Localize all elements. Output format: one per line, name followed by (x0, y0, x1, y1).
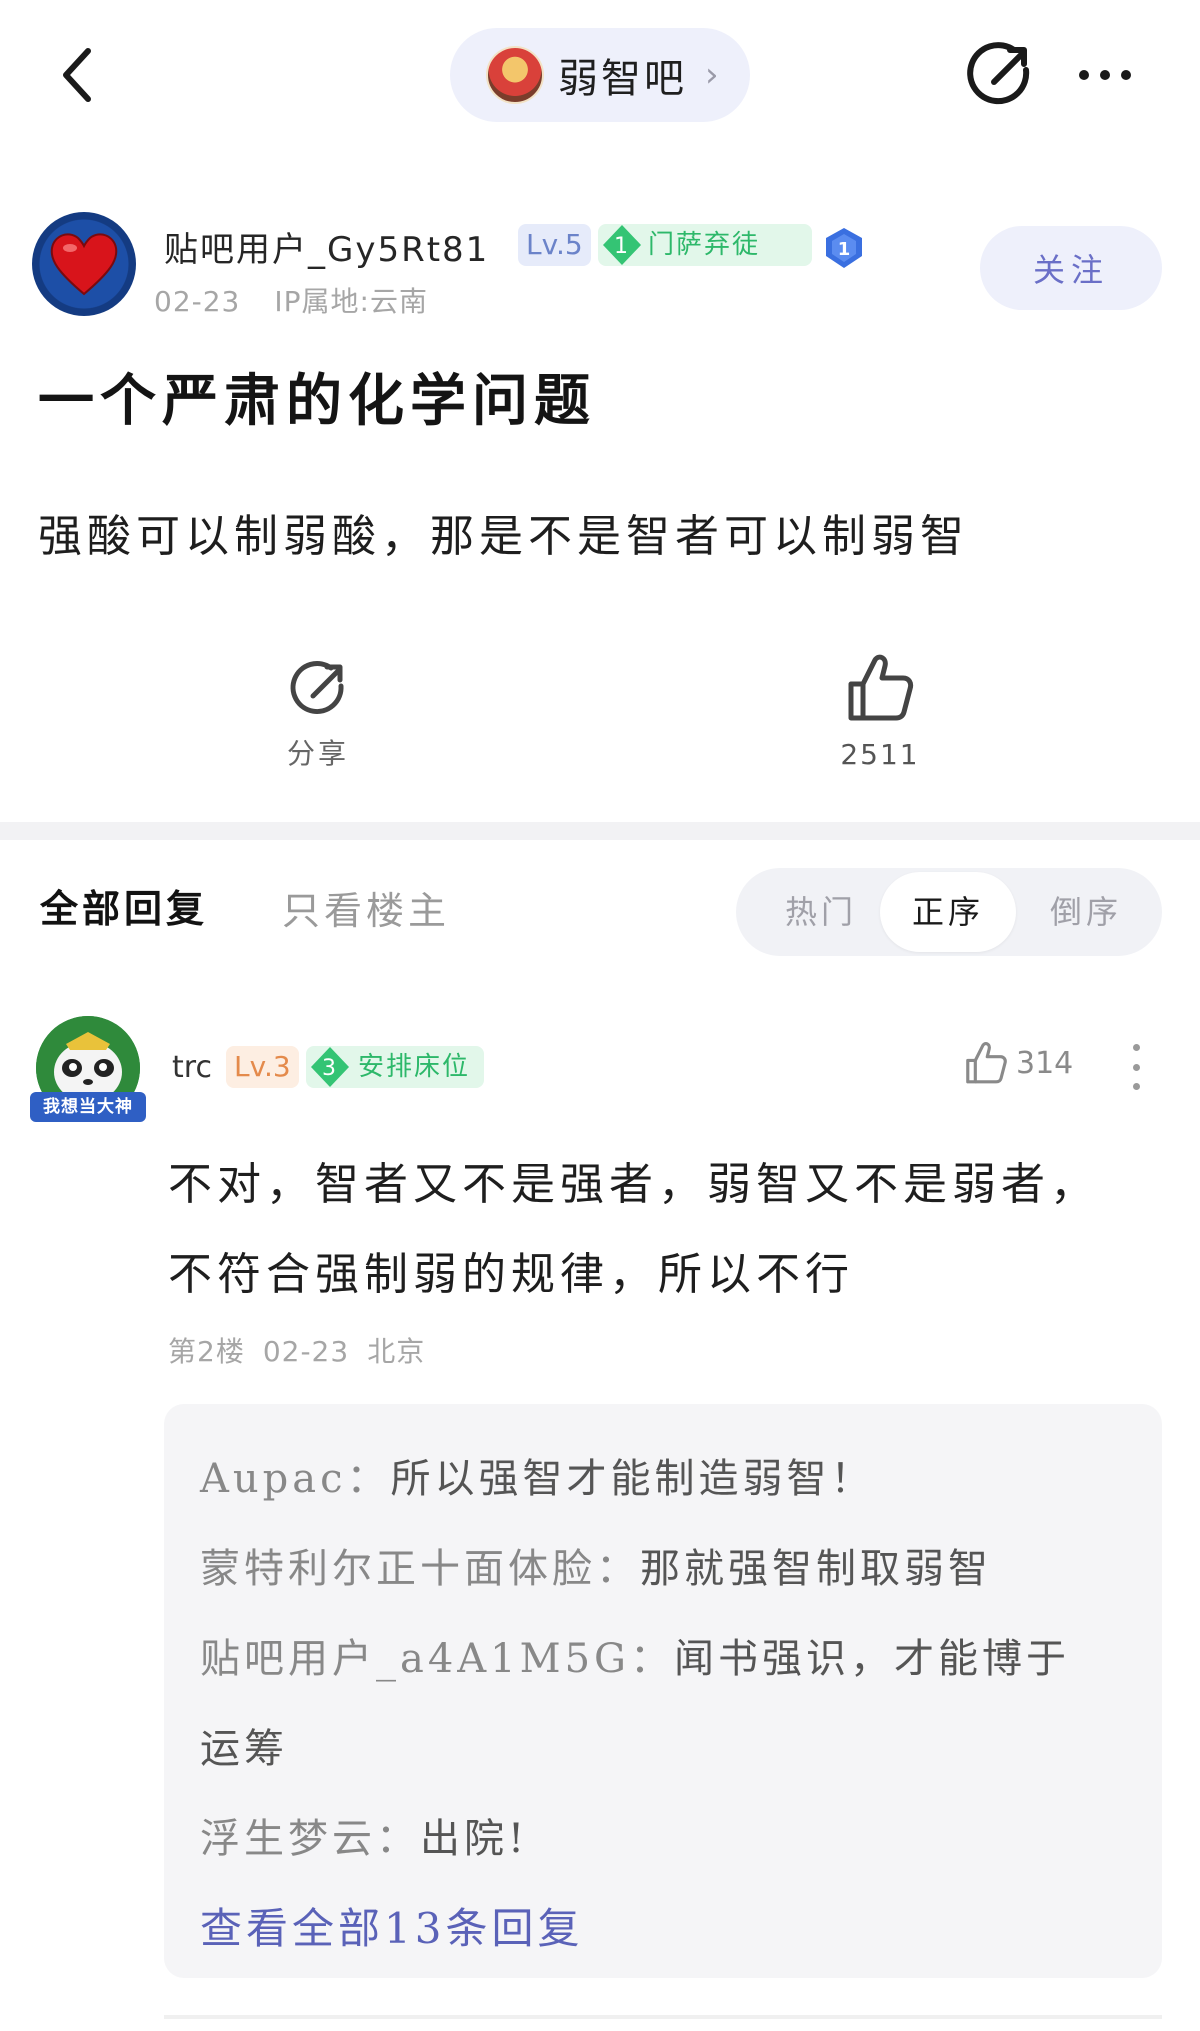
share-button[interactable] (966, 40, 1036, 110)
rank-medal-icon: 1 (822, 226, 866, 270)
post-share-button[interactable]: 分享 (270, 658, 366, 772)
share-icon (290, 661, 344, 714)
tab-all-replies[interactable]: 全部回复 (40, 878, 208, 933)
sub-reply-text: 那就强智制取弱智 (640, 1546, 992, 1592)
sub-reply-text: 闻书强识，才能博于 (674, 1636, 1070, 1682)
floor-number: 第2楼 (168, 1335, 245, 1368)
tab-owner-only[interactable]: 只看楼主 (282, 880, 450, 935)
thumbs-up-icon (966, 1042, 1007, 1084)
sub-reply-user[interactable]: 浮生梦云： (200, 1816, 420, 1862)
view-all-replies-link[interactable]: 查看全部13条回复 (200, 1884, 1126, 1974)
svg-text:1: 1 (838, 239, 851, 260)
sub-reply-user[interactable]: Aupac： (200, 1456, 391, 1502)
sub-reply[interactable]: 蒙特利尔正十面体脸：那就强智制取弱智 (200, 1524, 1126, 1614)
post-like-button[interactable]: 2511 (830, 652, 930, 771)
back-button[interactable] (48, 40, 108, 110)
sub-reply-text: 运筹 (200, 1726, 288, 1772)
author-avatar[interactable] (32, 212, 136, 316)
avatar-banner: 我想当大神 (30, 1092, 146, 1122)
reply-meta: 第2楼 02-23 北京 (168, 1330, 443, 1370)
reply-title-name: 安排床位 (358, 1052, 471, 1082)
sub-reply-text: 所以强智才能制造弱智！ (390, 1456, 875, 1502)
dot-icon (1132, 1083, 1140, 1090)
dot-icon (1132, 1063, 1140, 1071)
chevron-right-icon: › (705, 55, 719, 95)
author-meta: 02-23 IP属地:云南 (154, 280, 428, 320)
thumbs-up-icon (848, 654, 914, 721)
forum-title-badge: 1 门萨弃徒 (598, 224, 812, 266)
sub-reply[interactable]: 浮生梦云：出院! (200, 1794, 1126, 1884)
follow-button[interactable]: 关注 (980, 226, 1162, 310)
sub-reply-continued: 运筹 (200, 1704, 1126, 1794)
sub-reply-user[interactable]: 贴吧用户_a4A1M5G： (200, 1636, 674, 1682)
post-date: 02-23 (154, 285, 241, 318)
sort-hot-option[interactable]: 热门 (766, 868, 876, 956)
reply-title-rank: 3 (322, 1056, 338, 1081)
dot-icon (1121, 70, 1131, 80)
sub-replies-box[interactable]: Aupac：所以强智才能制造弱智！ 蒙特利尔正十面体脸：那就强智制取弱智 贴吧用… (164, 1404, 1162, 1978)
chevron-left-icon (63, 48, 91, 102)
reply-like-count: 314 (1016, 1045, 1074, 1081)
ip-location: IP属地:云南 (274, 285, 428, 318)
title-name: 门萨弃徒 (648, 230, 761, 260)
reply-like-button[interactable]: 314 (964, 1040, 1073, 1086)
title-rank: 1 (614, 234, 630, 259)
sort-toggle: 热门 正序 倒序 (736, 868, 1162, 956)
top-bar: 弱智吧 › (0, 0, 1200, 150)
diamond-icon: 3 (310, 1046, 350, 1088)
reply-date: 02-23 (262, 1335, 350, 1368)
reply-location: 北京 (367, 1335, 426, 1368)
post-title: 一个严肃的化学问题 (38, 368, 596, 434)
reply-title-badge: 3 安排床位 (306, 1046, 484, 1088)
reply-text-line: 不对，智者又不是强者，弱智又不是弱者， (168, 1159, 1099, 1210)
dot-icon (1132, 1044, 1140, 1051)
sort-descending-option[interactable]: 倒序 (1026, 868, 1146, 956)
bottom-divider (164, 2015, 1162, 2019)
post-body: 强酸可以制弱酸，那是不是智者可以制弱智 (38, 511, 969, 562)
share-icon (967, 42, 1030, 105)
forum-name: 弱智吧 (558, 56, 687, 102)
like-count: 2511 (840, 738, 920, 771)
sub-reply-text: 出院! (420, 1816, 529, 1862)
diamond-icon: 1 (602, 224, 642, 266)
more-menu-button[interactable] (1070, 40, 1140, 110)
reply-more-button[interactable] (1130, 1044, 1142, 1090)
level-badge: Lv.5 (518, 224, 591, 266)
dot-icon (1079, 70, 1089, 80)
reply-avatar[interactable]: 我想当大神 (30, 1016, 146, 1122)
heart-icon (50, 233, 118, 296)
sort-ascending-option[interactable]: 正序 (880, 872, 1016, 952)
share-label: 分享 (286, 737, 349, 770)
sub-reply[interactable]: Aupac：所以强智才能制造弱智！ (200, 1434, 1126, 1524)
dot-icon (1100, 70, 1110, 80)
forum-avatar (486, 46, 544, 104)
forum-link[interactable]: 弱智吧 › (450, 28, 750, 122)
reply-username[interactable]: trc (172, 1050, 212, 1085)
author-name[interactable]: 贴吧用户_Gy5Rt81 (164, 222, 489, 271)
reply-content: 不对，智者又不是强者，弱智又不是弱者， 不符合强制弱的规律，所以不行 (168, 1140, 1168, 1320)
reply-text-line: 不符合强制弱的规律，所以不行 (168, 1249, 854, 1300)
reply-level-badge: Lv.3 (226, 1046, 299, 1088)
sub-reply-user[interactable]: 蒙特利尔正十面体脸： (200, 1546, 640, 1592)
sub-reply[interactable]: 贴吧用户_a4A1M5G：闻书强识，才能博于 (200, 1614, 1126, 1704)
section-divider (0, 822, 1200, 840)
